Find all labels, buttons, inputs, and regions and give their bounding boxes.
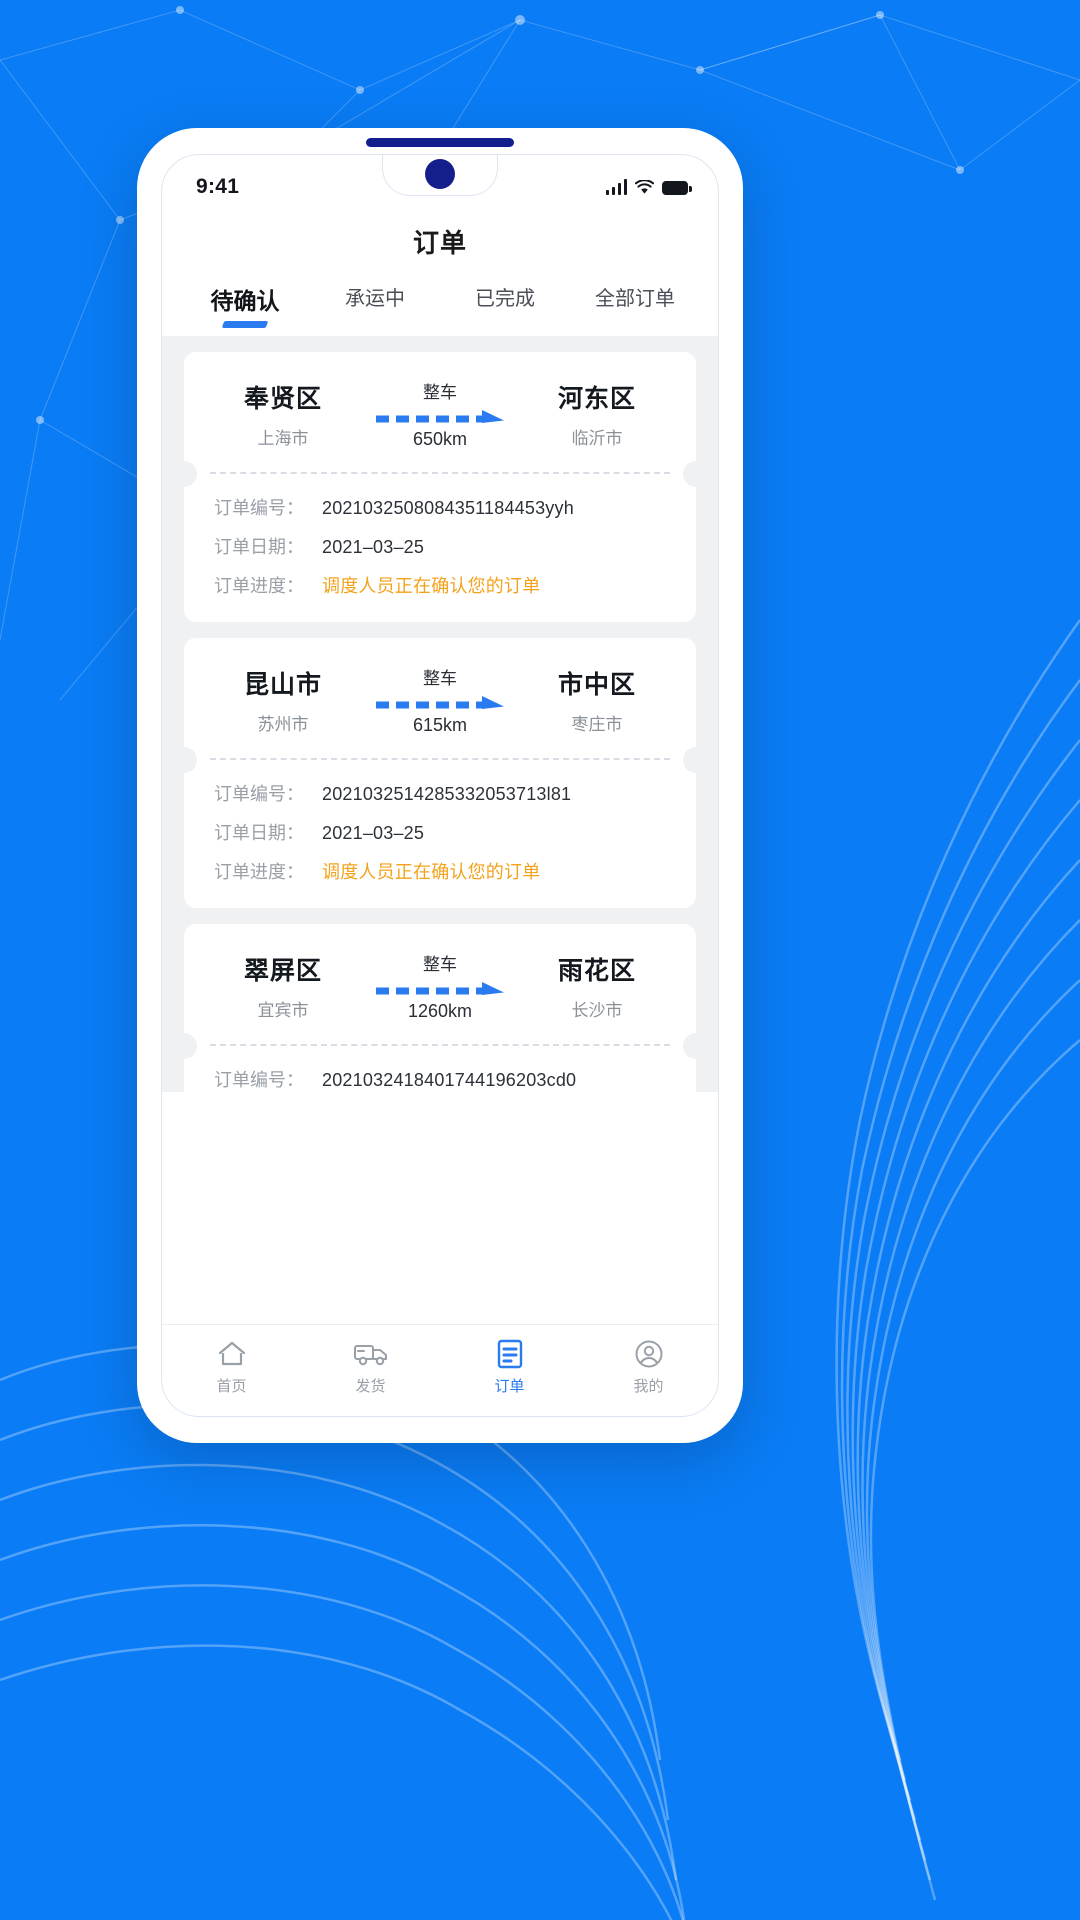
origin-district: 昆山市 <box>243 671 322 699</box>
bottom-navigation: 首页 发货 订单 我的 <box>162 1324 718 1416</box>
card-divider <box>184 747 696 773</box>
route-summary: 翠屏区 宜宾市 整车 1260km 雨花区 长沙市 <box>184 924 696 1044</box>
route-middle: 整车 1260km <box>348 950 532 1022</box>
order-number-value: 2021032508084351184453yyh <box>322 498 574 518</box>
order-details: 订单编号： 2021032508084351184453yyh 订单日期： 20… <box>184 474 696 622</box>
route-distance: 615km <box>412 715 468 735</box>
order-number-label: 订单编号： <box>214 784 304 804</box>
cellular-signal-icon <box>605 179 627 195</box>
tab-in-transit[interactable]: 承运中 <box>310 280 440 311</box>
dashed-arrow-icon <box>352 694 528 711</box>
tab-pending-confirm[interactable]: 待确认 <box>180 280 310 328</box>
order-number-row: 订单编号： 2021032508084351184453yyh <box>214 494 666 520</box>
origin-district: 奉贤区 <box>243 385 322 413</box>
status-icons <box>605 179 692 195</box>
home-icon <box>162 1338 301 1370</box>
route-summary: 奉贤区 上海市 整车 650km 河东区 临沂市 <box>184 352 696 472</box>
transport-mode: 整车 <box>423 955 457 974</box>
transport-mode: 整车 <box>423 669 457 688</box>
route-middle: 整车 650km <box>348 378 532 450</box>
destination-city: 长沙市 <box>571 1001 623 1020</box>
order-number-row: 订单编号： 2021032514285332053713l81 <box>214 780 666 806</box>
card-divider <box>184 461 696 487</box>
tab-completed[interactable]: 已完成 <box>440 280 570 311</box>
page-title: 订单 <box>412 228 467 258</box>
order-progress-label: 订单进度： <box>214 576 304 596</box>
order-date-value: 2021–03–25 <box>322 823 425 843</box>
status-time: 9:41 <box>196 175 240 198</box>
nav-label: 发货 <box>355 1377 386 1395</box>
order-number-label: 订单编号： <box>214 1070 304 1090</box>
order-date-value: 2021–03–25 <box>322 537 425 557</box>
tab-all-orders[interactable]: 全部订单 <box>570 280 700 311</box>
route-destination: 市中区 枣庄市 <box>532 665 662 735</box>
tab-active-indicator <box>221 321 269 328</box>
origin-district: 翠屏区 <box>243 957 322 985</box>
origin-city: 上海市 <box>257 429 309 448</box>
order-progress-label: 订单进度： <box>214 862 304 882</box>
order-number-row: 订单编号： 2021032418401744196203cd0 <box>214 1066 666 1092</box>
route-summary: 昆山市 苏州市 整车 615km 市中区 枣庄市 <box>184 638 696 758</box>
battery-full-icon <box>662 181 692 195</box>
phone-camera-icon <box>425 159 455 189</box>
destination-district: 河东区 <box>557 385 636 413</box>
order-progress-value: 调度人员正在确认您的订单 <box>322 576 541 596</box>
order-number-value: 2021032514285332053713l81 <box>322 784 572 804</box>
card-divider <box>184 1033 696 1059</box>
truck-icon <box>301 1338 440 1370</box>
route-destination: 河东区 临沂市 <box>532 379 662 449</box>
order-progress-row: 订单进度： 调度人员正在确认您的订单 <box>214 858 666 884</box>
order-list[interactable]: 奉贤区 上海市 整车 650km 河东区 临沂市 订单编号： 202103250… <box>162 336 718 1092</box>
phone-screen: 9:41 订单 待确认 承运中 已完成 全部订单 奉贤区 上海市 整车 650k… <box>161 154 719 1417</box>
order-date-row: 订单日期： 2021–03–25 <box>214 533 666 559</box>
destination-district: 市中区 <box>557 671 636 699</box>
nav-item-orders[interactable]: 订单 <box>440 1338 579 1396</box>
route-origin: 昆山市 苏州市 <box>218 665 348 735</box>
order-status-tabs: 待确认 承运中 已完成 全部订单 <box>162 280 718 336</box>
order-date-label: 订单日期： <box>214 537 304 557</box>
order-list-icon <box>440 1338 579 1370</box>
phone-frame: 9:41 订单 待确认 承运中 已完成 全部订单 奉贤区 上海市 整车 650k… <box>137 128 743 1443</box>
order-card[interactable]: 翠屏区 宜宾市 整车 1260km 雨花区 长沙市 订单编号： 20210324… <box>184 924 696 1092</box>
origin-city: 苏州市 <box>257 715 309 734</box>
route-origin: 奉贤区 上海市 <box>218 379 348 449</box>
destination-district: 雨花区 <box>557 957 636 985</box>
route-destination: 雨花区 长沙市 <box>532 951 662 1021</box>
order-number-label: 订单编号： <box>214 498 304 518</box>
route-middle: 整车 615km <box>348 664 532 736</box>
phone-speaker-icon <box>366 138 514 147</box>
order-progress-value: 调度人员正在确认您的订单 <box>322 862 541 882</box>
nav-label: 订单 <box>494 1377 525 1395</box>
dashed-arrow-icon <box>352 980 528 997</box>
origin-city: 宜宾市 <box>257 1001 309 1020</box>
order-details: 订单编号： 2021032418401744196203cd0 订单日期： 20… <box>184 1046 696 1092</box>
dashed-arrow-icon <box>352 408 528 425</box>
route-distance: 1260km <box>407 1001 473 1021</box>
order-number-value: 2021032418401744196203cd0 <box>322 1070 577 1090</box>
page-background: 9:41 订单 待确认 承运中 已完成 全部订单 奉贤区 上海市 整车 650k… <box>0 0 1080 1920</box>
wifi-icon <box>634 179 655 195</box>
order-date-row: 订单日期： 2021–03–25 <box>214 819 666 845</box>
nav-item-home[interactable]: 首页 <box>162 1338 301 1396</box>
order-card[interactable]: 奉贤区 上海市 整车 650km 河东区 临沂市 订单编号： 202103250… <box>184 352 696 622</box>
order-card[interactable]: 昆山市 苏州市 整车 615km 市中区 枣庄市 订单编号： 202103251… <box>184 638 696 908</box>
nav-label: 我的 <box>633 1377 664 1395</box>
order-progress-row: 订单进度： 调度人员正在确认您的订单 <box>214 572 666 598</box>
transport-mode: 整车 <box>423 383 457 402</box>
route-distance: 650km <box>412 429 468 449</box>
tab-label: 待确认 <box>210 288 280 314</box>
order-date-label: 订单日期： <box>214 823 304 843</box>
nav-item-profile[interactable]: 我的 <box>579 1338 718 1396</box>
destination-city: 枣庄市 <box>571 715 623 734</box>
order-details: 订单编号： 2021032514285332053713l81 订单日期： 20… <box>184 760 696 908</box>
route-origin: 翠屏区 宜宾市 <box>218 951 348 1021</box>
nav-item-ship[interactable]: 发货 <box>301 1338 440 1396</box>
user-profile-icon <box>579 1338 718 1370</box>
nav-label: 首页 <box>216 1377 247 1395</box>
destination-city: 临沂市 <box>571 429 623 448</box>
